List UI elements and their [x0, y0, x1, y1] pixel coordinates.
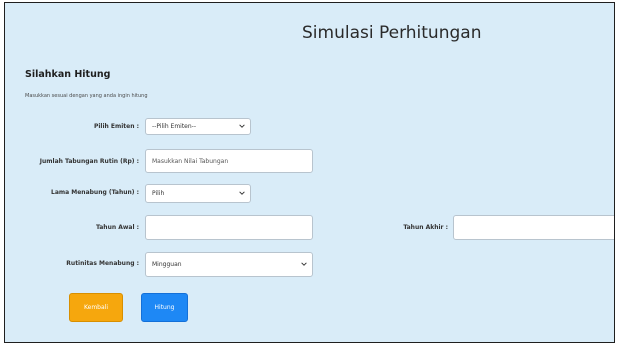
tabungan-label: Jumlah Tabungan Rutin (Rp) :	[39, 158, 139, 165]
emiten-label: Pilih Emiten :	[93, 123, 139, 130]
rutinitas-select-value: Mingguan	[152, 261, 182, 268]
lama-label: Lama Menabung (Tahun) :	[51, 189, 139, 196]
rutinitas-select[interactable]: Mingguan	[145, 252, 313, 277]
form-panel: Simulasi Perhitungan Silahkan Hitung Mas…	[4, 2, 615, 343]
emiten-select-value: --Pilih Emiten--	[152, 123, 197, 130]
section-heading: Silahkan Hitung	[25, 69, 111, 80]
lama-select[interactable]: Pilih	[145, 184, 251, 203]
tabungan-input[interactable]: Masukkan Nilai Tabungan	[145, 149, 313, 173]
chevron-down-icon	[239, 190, 245, 195]
calculate-button[interactable]: Hitung	[141, 293, 188, 322]
lama-select-value: Pilih	[152, 190, 165, 197]
chevron-down-icon	[301, 261, 307, 266]
tahun-akhir-label: Tahun Akhir :	[403, 224, 448, 231]
section-subtitle: Masukkan sesuai dengan yang anda ingin h…	[25, 93, 148, 99]
emiten-select[interactable]: --Pilih Emiten--	[145, 118, 251, 135]
tahun-awal-input[interactable]	[145, 215, 313, 240]
tabungan-input-placeholder: Masukkan Nilai Tabungan	[152, 157, 229, 165]
tahun-akhir-input[interactable]	[453, 215, 614, 240]
page-title: Simulasi Perhitungan	[302, 23, 482, 43]
back-button[interactable]: Kembali	[69, 293, 123, 322]
rutinitas-label: Rutinitas Menabung :	[66, 260, 139, 267]
chevron-down-icon	[239, 123, 245, 128]
tahun-awal-label: Tahun Awal :	[95, 224, 139, 231]
